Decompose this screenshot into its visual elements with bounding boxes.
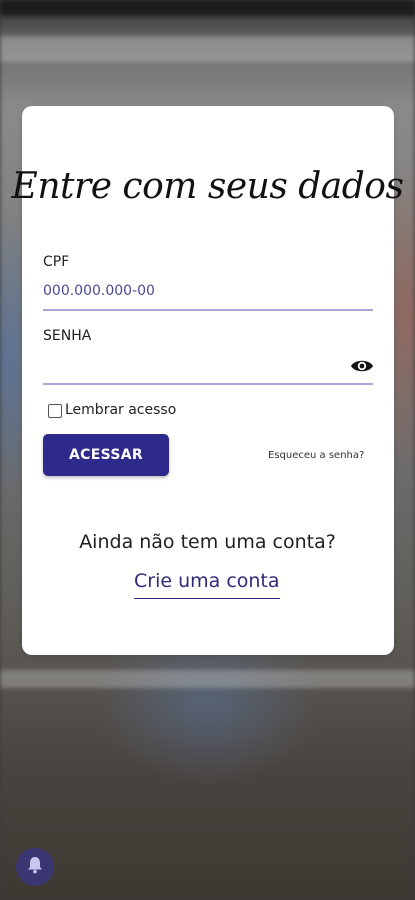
- remember-label[interactable]: Lembrar acesso: [65, 402, 176, 418]
- cpf-input[interactable]: [43, 277, 373, 305]
- login-button[interactable]: ACESSAR: [43, 434, 169, 476]
- eye-icon[interactable]: [350, 356, 374, 376]
- bell-icon: [27, 856, 43, 878]
- password-underline: [43, 383, 373, 385]
- password-label: SENHA: [43, 328, 92, 344]
- background-shelf: [0, 670, 415, 688]
- page-title: Entre com seus dados: [11, 166, 404, 207]
- cpf-label: CPF: [43, 254, 70, 270]
- cpf-underline: [43, 309, 373, 311]
- password-input[interactable]: [43, 352, 343, 380]
- no-account-text: Ainda não tem uma conta?: [79, 531, 336, 553]
- notification-button[interactable]: [16, 848, 54, 886]
- background-shelf: [0, 36, 415, 62]
- create-account-link[interactable]: Crie uma conta: [134, 570, 280, 599]
- status-bar: [0, 0, 415, 16]
- remember-checkbox[interactable]: [48, 404, 62, 418]
- forgot-password-link[interactable]: Esqueceu a senha?: [268, 450, 364, 461]
